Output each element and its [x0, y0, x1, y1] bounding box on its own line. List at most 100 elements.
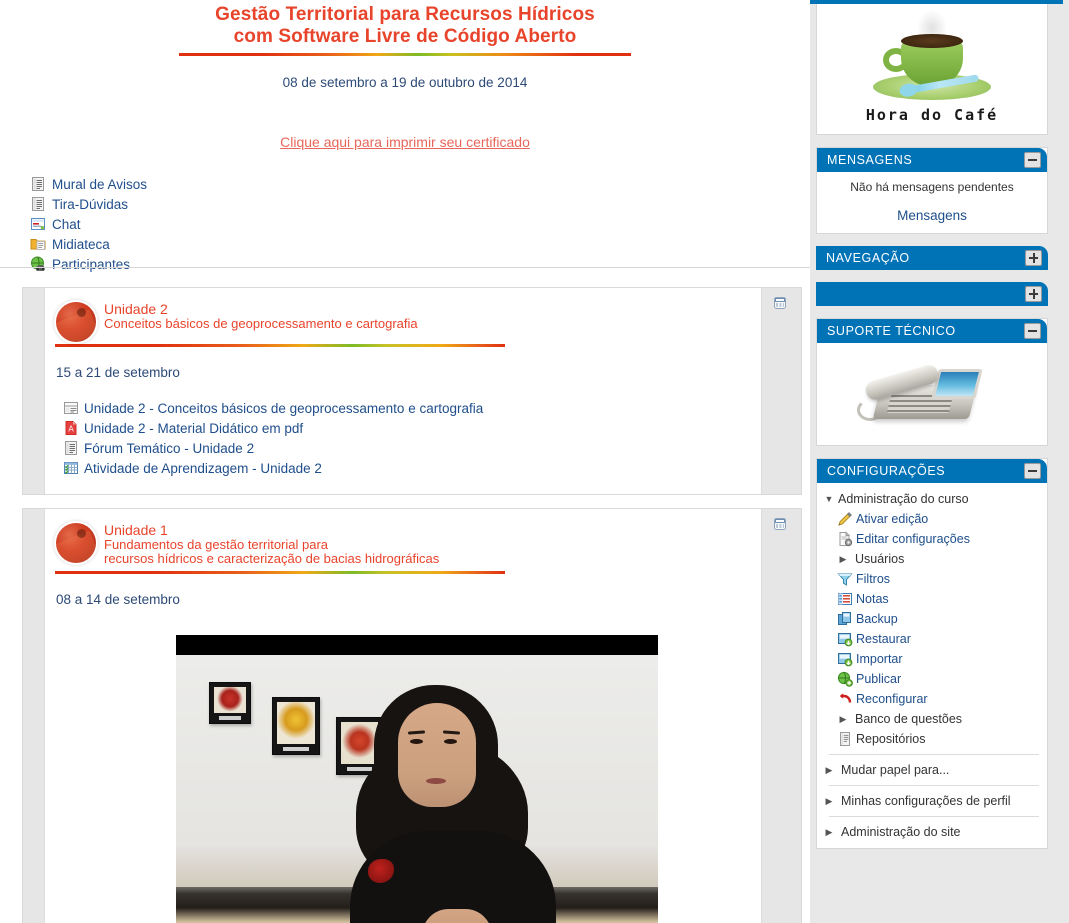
tree-item-label: Editar configurações [856, 532, 970, 546]
tree-item-label: Notas [856, 592, 889, 606]
list-item-tira-duvidas[interactable]: Tira-Dúvidas [30, 194, 810, 214]
general-item-label: Midiateca [52, 236, 110, 252]
tree-item-label: Banco de questões [855, 712, 963, 726]
course-section-unidade-1: Unidade 1 Fundamentos da gestão territor… [22, 508, 802, 923]
repository-icon [837, 731, 853, 747]
tree-item-backup[interactable]: Backup [821, 609, 1041, 629]
tree-item-publicar[interactable]: Publicar [821, 669, 1041, 689]
section-body: Unidade 2 Conceitos básicos de geoproces… [46, 288, 760, 494]
tree-item-restaurar[interactable]: Restaurar [821, 629, 1041, 649]
section-gradient-rule [55, 571, 505, 574]
tree-item-editar-configuracoes[interactable]: Editar configurações [821, 529, 1041, 549]
tree-item-banco-de-questoes[interactable]: ▶ Banco de questões [821, 709, 1041, 729]
section-heading-text: Unidade 1 Fundamentos da gestão territor… [104, 523, 439, 569]
block-unnamed [816, 282, 1048, 306]
folder-icon [30, 236, 46, 252]
chevron-down-icon: ▼ [824, 493, 834, 504]
collapse-toggle-icon[interactable] [1024, 463, 1041, 479]
expand-toggle-icon[interactable] [1025, 250, 1042, 266]
block-body: Não há mensagens pendentes Mensagens [817, 172, 1047, 233]
book-icon [63, 400, 79, 416]
highlight-topic-icon[interactable] [772, 295, 788, 311]
tree-divider [829, 785, 1039, 786]
block-header: CONFIGURAÇÕES [817, 459, 1047, 483]
tree-item-minhas-configuracoes-de-perfil[interactable]: ▶ Minhas configurações de perfil [821, 791, 1041, 811]
resource-label: Atividade de Aprendizagem - Unidade 2 [84, 460, 322, 476]
unit-video-player[interactable] [176, 635, 658, 923]
block-header: SUPORTE TÉCNICO [817, 319, 1047, 343]
print-certificate-link[interactable]: Clique aqui para imprimir seu certificad… [280, 134, 530, 150]
block-header: MENSAGENS [817, 148, 1047, 172]
block-configuracoes: CONFIGURAÇÕES ▼ Administração do curso A… [816, 458, 1048, 849]
tree-item-repositorios[interactable]: Repositórios [821, 729, 1041, 749]
forum-icon [63, 440, 79, 456]
chevron-right-icon: ▶ [839, 713, 847, 724]
tree-item-label: Usuários [855, 552, 905, 566]
forum-icon [30, 176, 46, 192]
section-resource-list: Unidade 2 - Conceitos básicos de geoproc… [63, 398, 760, 478]
section-left-gutter [23, 509, 45, 923]
tree-item-label: Administração do curso [838, 492, 969, 506]
participants-icon [30, 256, 46, 272]
block-header [816, 282, 1048, 306]
sidebar-right-gap [1063, 0, 1069, 923]
quiz-icon [63, 460, 79, 476]
tree-item-label: Publicar [856, 672, 902, 686]
general-activities-list: Mural de Avisos Tira-Dúvidas Chat Midiat… [30, 174, 810, 274]
tree-item-usuarios[interactable]: ▶ Usuários [821, 549, 1041, 569]
tree-item-ativar-edicao[interactable]: Ativar edição [821, 509, 1041, 529]
messages-link[interactable]: Mensagens [827, 208, 1037, 223]
video-presenter [346, 681, 556, 923]
list-item-participantes[interactable]: Participantes [30, 254, 810, 274]
certificate-link-container: Clique aqui para imprimir seu certificad… [0, 134, 810, 152]
block-body: Hora do Café [816, 4, 1048, 135]
chevron-right-icon: ▶ [825, 826, 833, 837]
list-item-resource[interactable]: Unidade 2 - Conceitos básicos de geoproc… [63, 398, 760, 418]
pencil-icon [837, 511, 853, 527]
tree-item-reconfigurar[interactable]: Reconfigurar [821, 689, 1041, 709]
section-left-gutter [23, 288, 45, 494]
filter-icon [837, 571, 853, 587]
list-item-resource[interactable]: A Unidade 2 - Material Didático em pdf [63, 418, 760, 438]
block-title: SUPORTE TÉCNICO [827, 324, 956, 338]
course-header: Gestão Territorial para Recursos Hídrico… [0, 0, 810, 90]
wall-picture-frame [209, 682, 251, 724]
coffee-label: Hora do Café [865, 106, 999, 124]
section-right-gutter [761, 509, 801, 923]
tree-item-administracao-do-site[interactable]: ▶ Administração do site [821, 822, 1041, 842]
list-item-mural-de-avisos[interactable]: Mural de Avisos [30, 174, 810, 194]
tree-item-label: Minhas configurações de perfil [841, 794, 1011, 808]
block-hora-do-cafe: Hora do Café [810, 0, 1069, 135]
tree-item-filtros[interactable]: Filtros [821, 569, 1041, 589]
backup-icon [837, 611, 853, 627]
tree-item-label: Reconfigurar [856, 692, 928, 706]
tree-item-notas[interactable]: Notas [821, 589, 1041, 609]
list-item-chat[interactable]: Chat [30, 214, 810, 234]
tree-item-label: Administração do site [841, 825, 961, 839]
collapse-toggle-icon[interactable] [1024, 152, 1041, 168]
pdf-icon: A [63, 420, 79, 436]
block-body [817, 343, 1047, 445]
collapse-toggle-icon[interactable] [1024, 323, 1041, 339]
section-unit-title: Unidade 2 [104, 301, 168, 317]
tree-item-mudar-papel-para[interactable]: ▶ Mudar papel para... [821, 760, 1041, 780]
tree-item-label: Ativar edição [856, 512, 929, 526]
title-gradient-rule [179, 53, 631, 56]
section-bullet-icon [56, 302, 96, 342]
general-item-label: Tira-Dúvidas [52, 196, 129, 212]
list-item-resource[interactable]: Fórum Temático - Unidade 2 [63, 438, 760, 458]
resource-label: Unidade 2 - Conceitos básicos de geoproc… [84, 400, 484, 416]
highlight-topic-icon[interactable] [772, 516, 788, 532]
tree-item-label: Restaurar [856, 632, 911, 646]
grades-icon [837, 591, 853, 607]
list-item-resource[interactable]: Atividade de Aprendizagem - Unidade 2 [63, 458, 760, 478]
section-date-range: 08 a 14 de setembro [56, 592, 180, 607]
settings-tree: ▼ Administração do curso Ativar edição E… [817, 483, 1047, 848]
expand-toggle-icon[interactable] [1025, 286, 1042, 302]
list-item-midiateca[interactable]: Midiateca [30, 234, 810, 254]
tree-item-administracao-do-curso[interactable]: ▼ Administração do curso [821, 489, 1041, 509]
resource-label: Fórum Temático - Unidade 2 [84, 440, 255, 456]
block-suporte-tecnico: SUPORTE TÉCNICO [816, 318, 1048, 446]
tree-item-importar[interactable]: Importar [821, 649, 1041, 669]
chat-icon [30, 216, 46, 232]
